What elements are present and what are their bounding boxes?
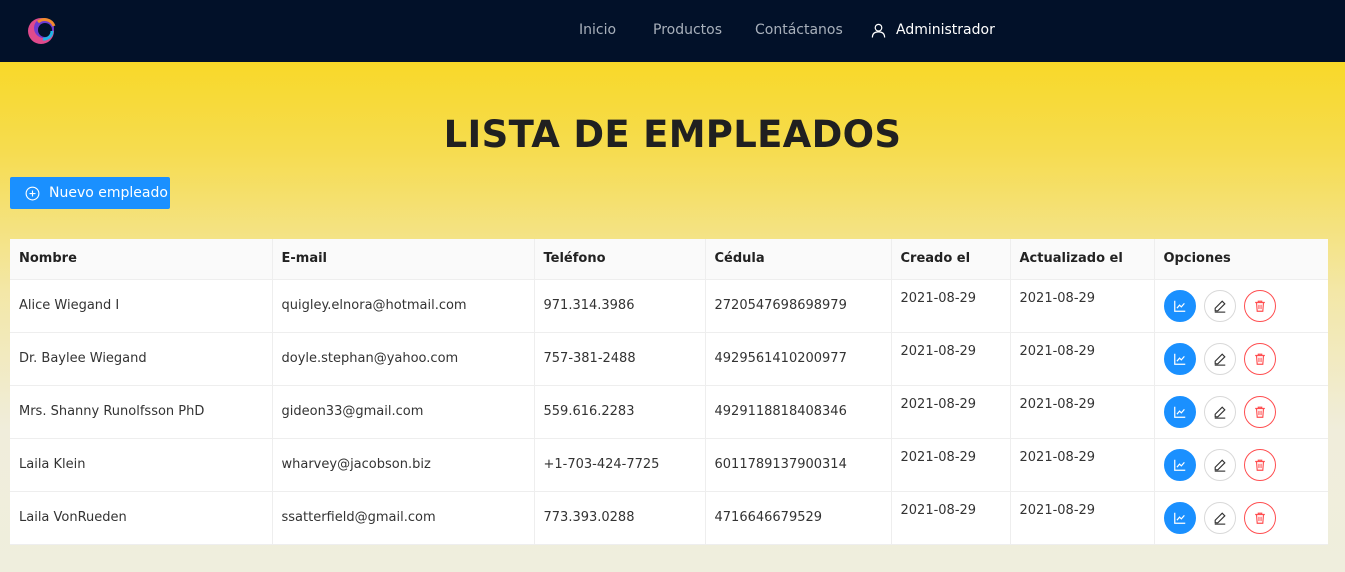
cell-email: gideon33@gmail.com [272, 385, 535, 439]
line-chart-icon [1173, 511, 1187, 525]
new-employee-label: Nuevo empleado [49, 185, 168, 201]
cell-telefono: +1-703-424-7725 [534, 438, 706, 492]
table-header-row: Nombre E-mail Teléfono Cédula Creado el … [10, 239, 1328, 280]
cell-email: doyle.stephan@yahoo.com [272, 332, 535, 386]
trash-icon [1253, 352, 1267, 366]
cell-cedula: 2720547698698979 [705, 279, 892, 333]
cell-opciones [1154, 385, 1328, 439]
cell-actualizado: 2021-08-29 [1010, 491, 1155, 545]
cell-telefono: 971.314.3986 [534, 279, 706, 333]
cell-telefono: 773.393.0288 [534, 491, 706, 545]
edit-pencil-icon [1213, 352, 1227, 366]
line-chart-icon [1173, 299, 1187, 313]
delete-button[interactable] [1243, 501, 1276, 534]
table-row: Laila VonRueden ssatterfield@gmail.com 773… [10, 491, 1328, 545]
table-row: Dr. Baylee Wiegand doyle.stephan@yahoo.co… [10, 332, 1328, 386]
cell-nombre: Dr. Baylee Wiegand [10, 332, 273, 386]
stats-button[interactable] [1163, 448, 1196, 481]
delete-button[interactable] [1243, 289, 1276, 322]
trash-icon [1253, 511, 1267, 525]
new-employee-button[interactable]: Nuevo empleado [10, 177, 170, 209]
delete-button[interactable] [1243, 448, 1276, 481]
cell-actualizado: 2021-08-29 [1010, 385, 1155, 439]
brand-logo-icon[interactable] [26, 13, 58, 47]
stats-button[interactable] [1163, 501, 1196, 534]
stats-button[interactable] [1163, 395, 1196, 428]
employees-table: Nombre E-mail Teléfono Cédula Creado el … [10, 239, 1328, 545]
cell-nombre: Alice Wiegand I [10, 279, 273, 333]
row-actions [1163, 395, 1320, 428]
edit-button[interactable] [1203, 448, 1236, 481]
cell-cedula: 4929118818408346 [705, 385, 892, 439]
cell-creado: 2021-08-29 [891, 438, 1011, 492]
line-chart-icon [1173, 458, 1187, 472]
top-navbar: Inicio Productos Contáctanos Administrad… [0, 0, 1345, 62]
header-actualizado[interactable]: Actualizado el [1010, 239, 1155, 280]
stats-button[interactable] [1163, 289, 1196, 322]
delete-button[interactable] [1243, 395, 1276, 428]
edit-pencil-icon [1213, 405, 1227, 419]
trash-icon [1253, 458, 1267, 472]
cell-cedula: 4716646679529 [705, 491, 892, 545]
nav-user-label: Administrador [896, 22, 995, 38]
table-row: Alice Wiegand Iquigley.elnora@hotmail.co… [10, 279, 1328, 333]
cell-creado: 2021-08-29 [891, 279, 1011, 333]
header-opciones: Opciones [1154, 239, 1328, 280]
row-actions [1163, 501, 1320, 534]
cell-nombre: Mrs. Shanny Runolfsson PhD [10, 385, 273, 439]
nav-link-inicio[interactable]: Inicio [579, 21, 616, 39]
edit-button[interactable] [1203, 289, 1236, 322]
header-cedula[interactable]: Cédula [705, 239, 892, 280]
cell-cedula: 6011789137900314 [705, 438, 892, 492]
line-chart-icon [1173, 405, 1187, 419]
trash-icon [1253, 299, 1267, 313]
user-icon [871, 23, 886, 38]
cell-actualizado: 2021-08-29 [1010, 438, 1155, 492]
row-actions [1163, 342, 1320, 375]
header-creado[interactable]: Creado el [891, 239, 1011, 280]
cell-telefono: 757-381-2488 [534, 332, 706, 386]
nav-link-productos[interactable]: Productos [653, 21, 722, 39]
cell-creado: 2021-08-29 [891, 332, 1011, 386]
page-title: LISTA DE EMPLEADOS [443, 113, 902, 156]
cell-creado: 2021-08-29 [891, 385, 1011, 439]
cell-creado: 2021-08-29 [891, 491, 1011, 545]
trash-icon [1253, 405, 1267, 419]
edit-button[interactable] [1203, 501, 1236, 534]
cell-opciones [1154, 279, 1328, 333]
plus-circle-icon [25, 186, 40, 200]
cell-nombre: Laila Klein [10, 438, 273, 492]
cell-email: quigley.elnora@hotmail.com [272, 279, 535, 333]
nav-link-contactanos[interactable]: Contáctanos [755, 21, 843, 39]
edit-pencil-icon [1213, 511, 1227, 525]
header-telefono[interactable]: Teléfono [534, 239, 706, 280]
row-actions [1163, 448, 1320, 481]
row-actions [1163, 289, 1320, 322]
cell-opciones [1154, 332, 1328, 386]
stats-button[interactable] [1163, 342, 1196, 375]
header-email[interactable]: E-mail [272, 239, 535, 280]
cell-cedula: 4929561410200977 [705, 332, 892, 386]
edit-button[interactable] [1203, 395, 1236, 428]
edit-pencil-icon [1213, 299, 1227, 313]
cell-actualizado: 2021-08-29 [1010, 279, 1155, 333]
cell-opciones [1154, 438, 1328, 492]
cell-email: wharvey@jacobson.biz [272, 438, 535, 492]
table-row: Mrs. Shanny Runolfsson PhD gideon33@gmail… [10, 385, 1328, 439]
cell-nombre: Laila VonRueden [10, 491, 273, 545]
cell-opciones [1154, 491, 1328, 545]
table-row: Laila Klein wharvey@jacobson.biz +1-703-42… [10, 438, 1328, 492]
delete-button[interactable] [1243, 342, 1276, 375]
cell-telefono: 559.616.2283 [534, 385, 706, 439]
nav-user-menu[interactable]: Administrador [871, 21, 995, 39]
cell-email: ssatterfield@gmail.com [272, 491, 535, 545]
cell-actualizado: 2021-08-29 [1010, 332, 1155, 386]
edit-pencil-icon [1213, 458, 1227, 472]
header-nombre[interactable]: Nombre [10, 239, 273, 280]
edit-button[interactable] [1203, 342, 1236, 375]
line-chart-icon [1173, 352, 1187, 366]
